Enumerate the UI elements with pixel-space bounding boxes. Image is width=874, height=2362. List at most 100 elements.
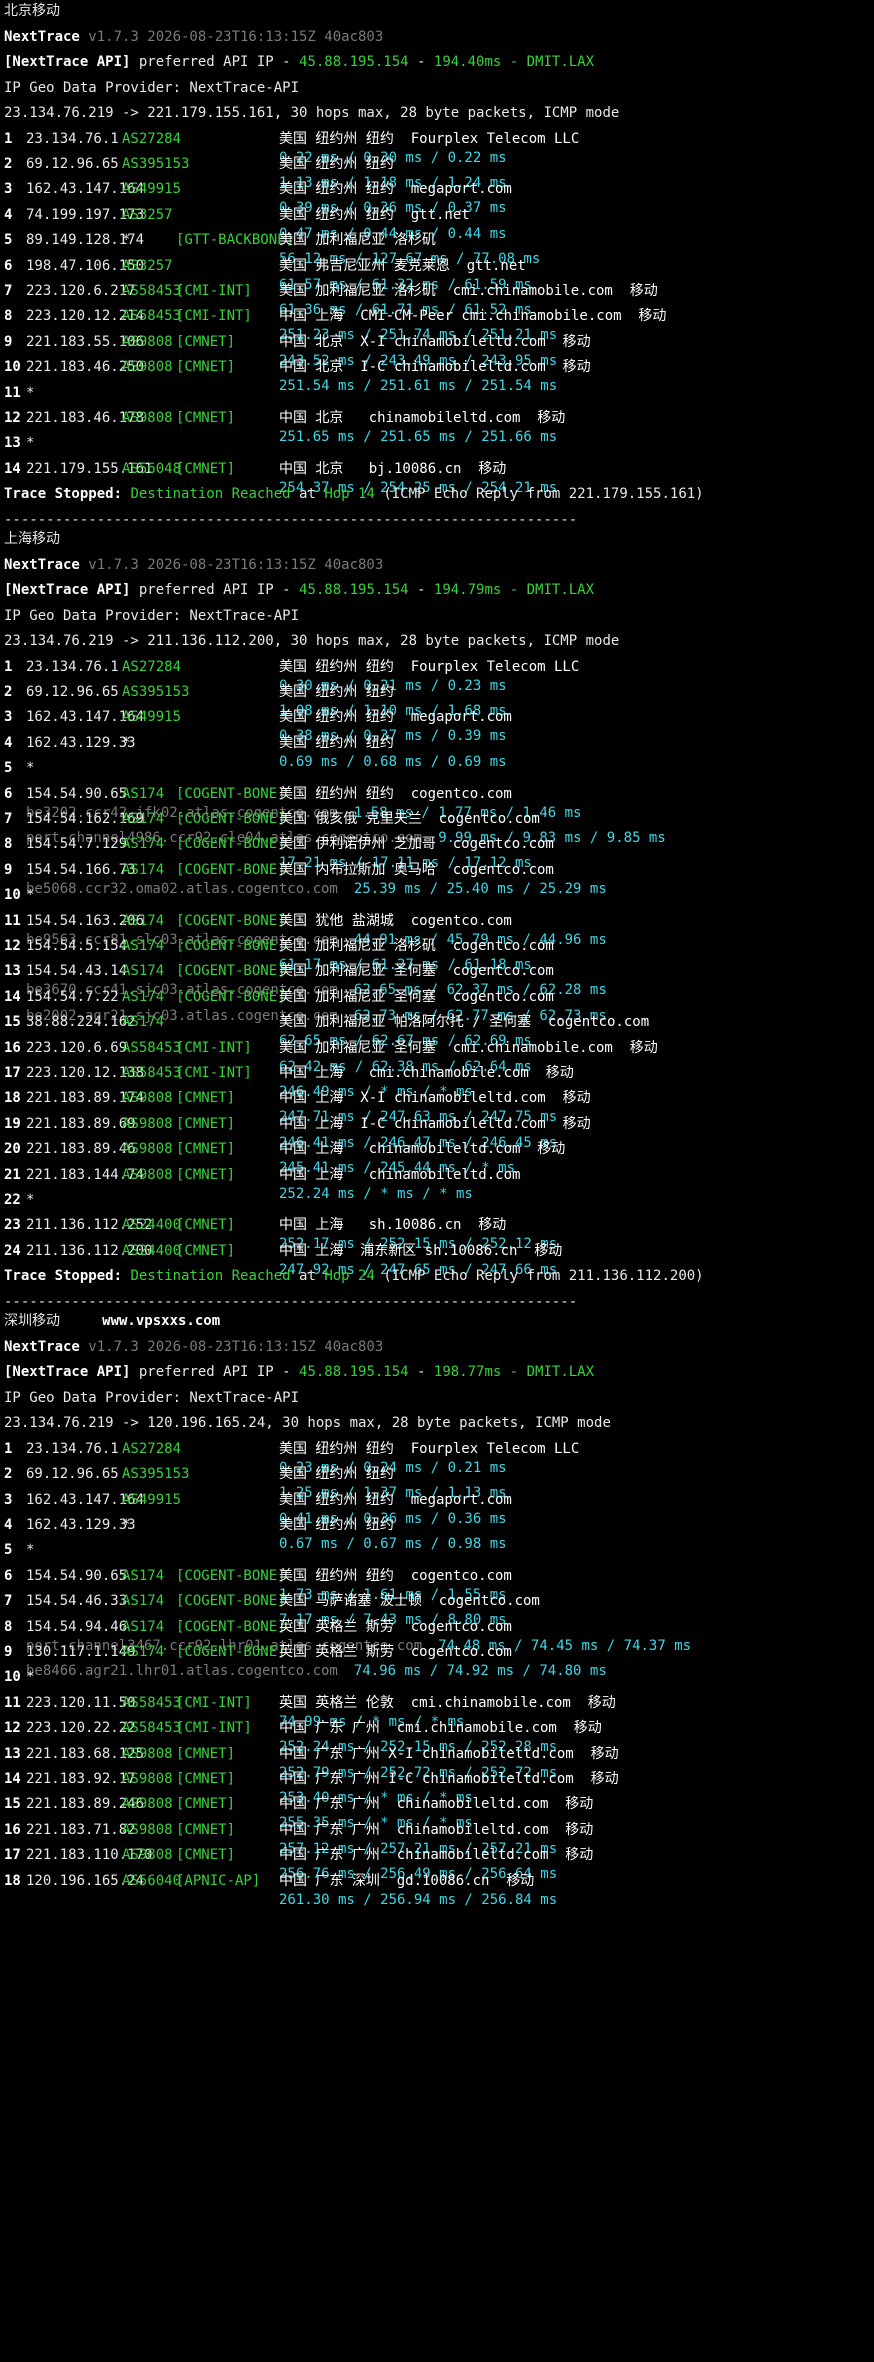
hop-geo: 中国 上海 chinamobileltd.com — [279, 1166, 521, 1183]
hop-geo: 美国 纽约州 纽约 — [279, 155, 394, 172]
hop-number: 15 — [4, 1796, 21, 1813]
hop-number: 21 — [4, 1166, 21, 1183]
hop-tag: [CMNET] — [176, 1141, 236, 1158]
hop-number: 24 — [4, 1242, 21, 1259]
hop-number: 2 — [4, 684, 13, 700]
geo-provider-text: IP Geo Data Provider: NextTrace-API — [4, 607, 300, 624]
hop-geo: 中国 北京 I-C chinamobileltd.com 移动 — [279, 359, 591, 376]
geo-provider-text: IP Geo Data Provider: NextTrace-API — [4, 79, 300, 96]
section-title-extra: www.vpsxxs.com — [60, 1313, 221, 1330]
hop-number: 5 — [4, 760, 13, 777]
hop-number: 11 — [4, 912, 21, 929]
trace-info-text: 23.134.76.219 -> 211.136.112.200, 30 hop… — [4, 633, 620, 650]
hop-number: 19 — [4, 1115, 21, 1132]
api-sep: - — [408, 54, 434, 70]
hop-geo: 美国 内布拉斯加 奥马哈 cogentco.com — [279, 861, 554, 878]
hop-number: 1 — [4, 658, 13, 675]
hop-geo: 中国 广东 广州 I-C chinamobileltd.com 移动 — [279, 1770, 619, 1787]
hop-asn: AS58453 — [122, 1720, 182, 1737]
hop-rtt: 252.24 ms / * ms / * ms — [279, 1185, 473, 1202]
hop-asn: AS27284 — [122, 1440, 182, 1457]
api-prefix: [NextTrace API] — [4, 1364, 131, 1381]
hop-asn: AS27284 — [122, 130, 182, 147]
hop-number: 9 — [4, 333, 13, 350]
hop-geo: 美国 加利福尼亚 圣何塞 cogentco.com — [279, 988, 554, 1005]
separator-text: ----------------------------------------… — [4, 511, 578, 528]
api-line: [NextTrace API] preferred API IP - 45.88… — [4, 1363, 594, 1382]
hop-rtt: 251.54 ms / 251.61 ms / 251.54 ms — [279, 378, 558, 395]
hop-number: 12 — [4, 409, 21, 426]
hop-asn: * — [122, 734, 131, 751]
hop-geo: 美国 纽约州 纽约 megaport.com — [279, 181, 512, 198]
hop-ip: 154.54.5.154 — [26, 938, 128, 954]
hop-tag: [CMNET] — [176, 460, 236, 477]
hop-geo: 美国 纽约州 纽约 megaport.com — [279, 1491, 512, 1508]
hop-number: 2 — [4, 155, 13, 172]
hop-geo: 美国 纽约州 纽约 — [279, 1466, 394, 1483]
hop-ip: 23.134.76.1 — [26, 658, 119, 675]
hop-asn: AS174 — [122, 912, 165, 929]
hop-geo: 美国 纽约州 纽约 megaport.com — [279, 709, 512, 726]
hop-ip: 221.183.71.82 — [26, 1821, 136, 1838]
hop-number: 9 — [4, 861, 13, 878]
hop-geo: 中国 广东 广州 chinamobileltd.com 移动 — [279, 1847, 594, 1864]
trace-info-line: 23.134.76.219 -> 120.196.165.24, 30 hops… — [4, 1414, 611, 1433]
hop-ip: 221.183.89.46 — [26, 1141, 136, 1158]
hop-ip: 154.54.90.65 — [26, 1567, 128, 1584]
api-prefix: [NextTrace API] — [4, 54, 131, 70]
hop-asn: AS9808 — [122, 409, 173, 426]
hop-geo: 中国 上海 cmi.chinamobile.com 移动 — [279, 1065, 574, 1081]
hop-number: 9 — [4, 1643, 13, 1660]
hop-geo: 英国 英格兰 伦敦 cmi.chinamobile.com 移动 — [279, 1694, 616, 1711]
hop-tag: [CMNET] — [176, 1847, 236, 1864]
hop-asn: AS49915 — [122, 709, 182, 726]
section-title-text: 上海移动 — [4, 531, 60, 548]
hop-tag: [CMNET] — [176, 1242, 236, 1259]
hop-rtt: 0.67 ms / 0.67 ms / 0.98 ms — [279, 1535, 507, 1552]
hop-number: 6 — [4, 785, 13, 802]
hop-geo: 中国 广东 深圳 gd.10086.cn 移动 — [279, 1872, 535, 1889]
hop-number: 17 — [4, 1065, 21, 1081]
hop-asn: AS9808 — [122, 1745, 173, 1762]
section-title-text: 北京移动 — [4, 3, 60, 19]
hop-number: 7 — [4, 282, 13, 299]
hop-geo: 美国 加利福尼亚 洛杉矶 cogentco.com — [279, 938, 554, 954]
hop-asn: AS9808 — [122, 1090, 173, 1107]
tool-name: NextTrace — [4, 1338, 80, 1355]
hop-number: 11 — [4, 384, 21, 401]
hop-tag: [COGENT-BONE] — [176, 836, 286, 853]
hop-number: 1 — [4, 1440, 13, 1457]
hop-number: 7 — [4, 1593, 13, 1610]
api-line: [NextTrace API] preferred API IP - 45.88… — [4, 581, 594, 600]
hop-geo: 中国 上海 浦东新区 sh.10086.cn 移动 — [279, 1242, 563, 1259]
hop-tag: [CMI-INT] — [176, 1065, 252, 1081]
hop-number: 7 — [4, 811, 13, 827]
hop-asn: AS9808 — [122, 1141, 173, 1158]
hop-geo: 美国 弗吉尼亚州 麦克莱恩 gtt.net — [279, 257, 526, 274]
hop-tag: [CMNET] — [176, 1821, 236, 1838]
api-sep: - — [408, 582, 434, 599]
hop-number: 10 — [4, 1669, 21, 1686]
hop-asn: AS174 — [122, 1618, 165, 1635]
hop-asn: AS9808 — [122, 1821, 173, 1838]
api-site: - DMIT.LAX — [501, 1364, 595, 1381]
hop-number: 4 — [4, 1516, 13, 1533]
hop-geo: 中国 广东 广州 X-I chinamobileltd.com 移动 — [279, 1745, 619, 1762]
hop-geo: 美国 加利福尼亚 帕洛阿尔托 / 圣何塞 cogentco.com — [279, 1014, 650, 1031]
hop-geo: 中国 北京 chinamobileltd.com 移动 — [279, 409, 566, 426]
section-title-text: 深圳移动 — [4, 1313, 60, 1330]
hop-ip: 154.54.7.129 — [26, 836, 128, 853]
hop-rtt: 0.69 ms / 0.68 ms / 0.69 ms — [279, 753, 507, 770]
hop-asn: AS56040 — [122, 1872, 182, 1889]
geo-provider-line: IP Geo Data Provider: NextTrace-API — [4, 607, 299, 626]
hop-asn: AS49915 — [122, 1491, 182, 1508]
trace-stopped-line: Trace Stopped: Destination Reached at Ho… — [4, 485, 704, 504]
hop-number: 6 — [4, 1567, 13, 1584]
api-label: preferred API IP - — [130, 54, 300, 70]
hop-tag: [CMNET] — [176, 409, 236, 426]
hop-number: 14 — [4, 988, 21, 1005]
hop-asn: AS174 — [122, 1643, 165, 1660]
hop-tag: [CMI-INT] — [176, 282, 252, 299]
api-ip: 45.88.195.154 — [299, 54, 409, 70]
hop-asn: AS24400 — [122, 1242, 182, 1259]
